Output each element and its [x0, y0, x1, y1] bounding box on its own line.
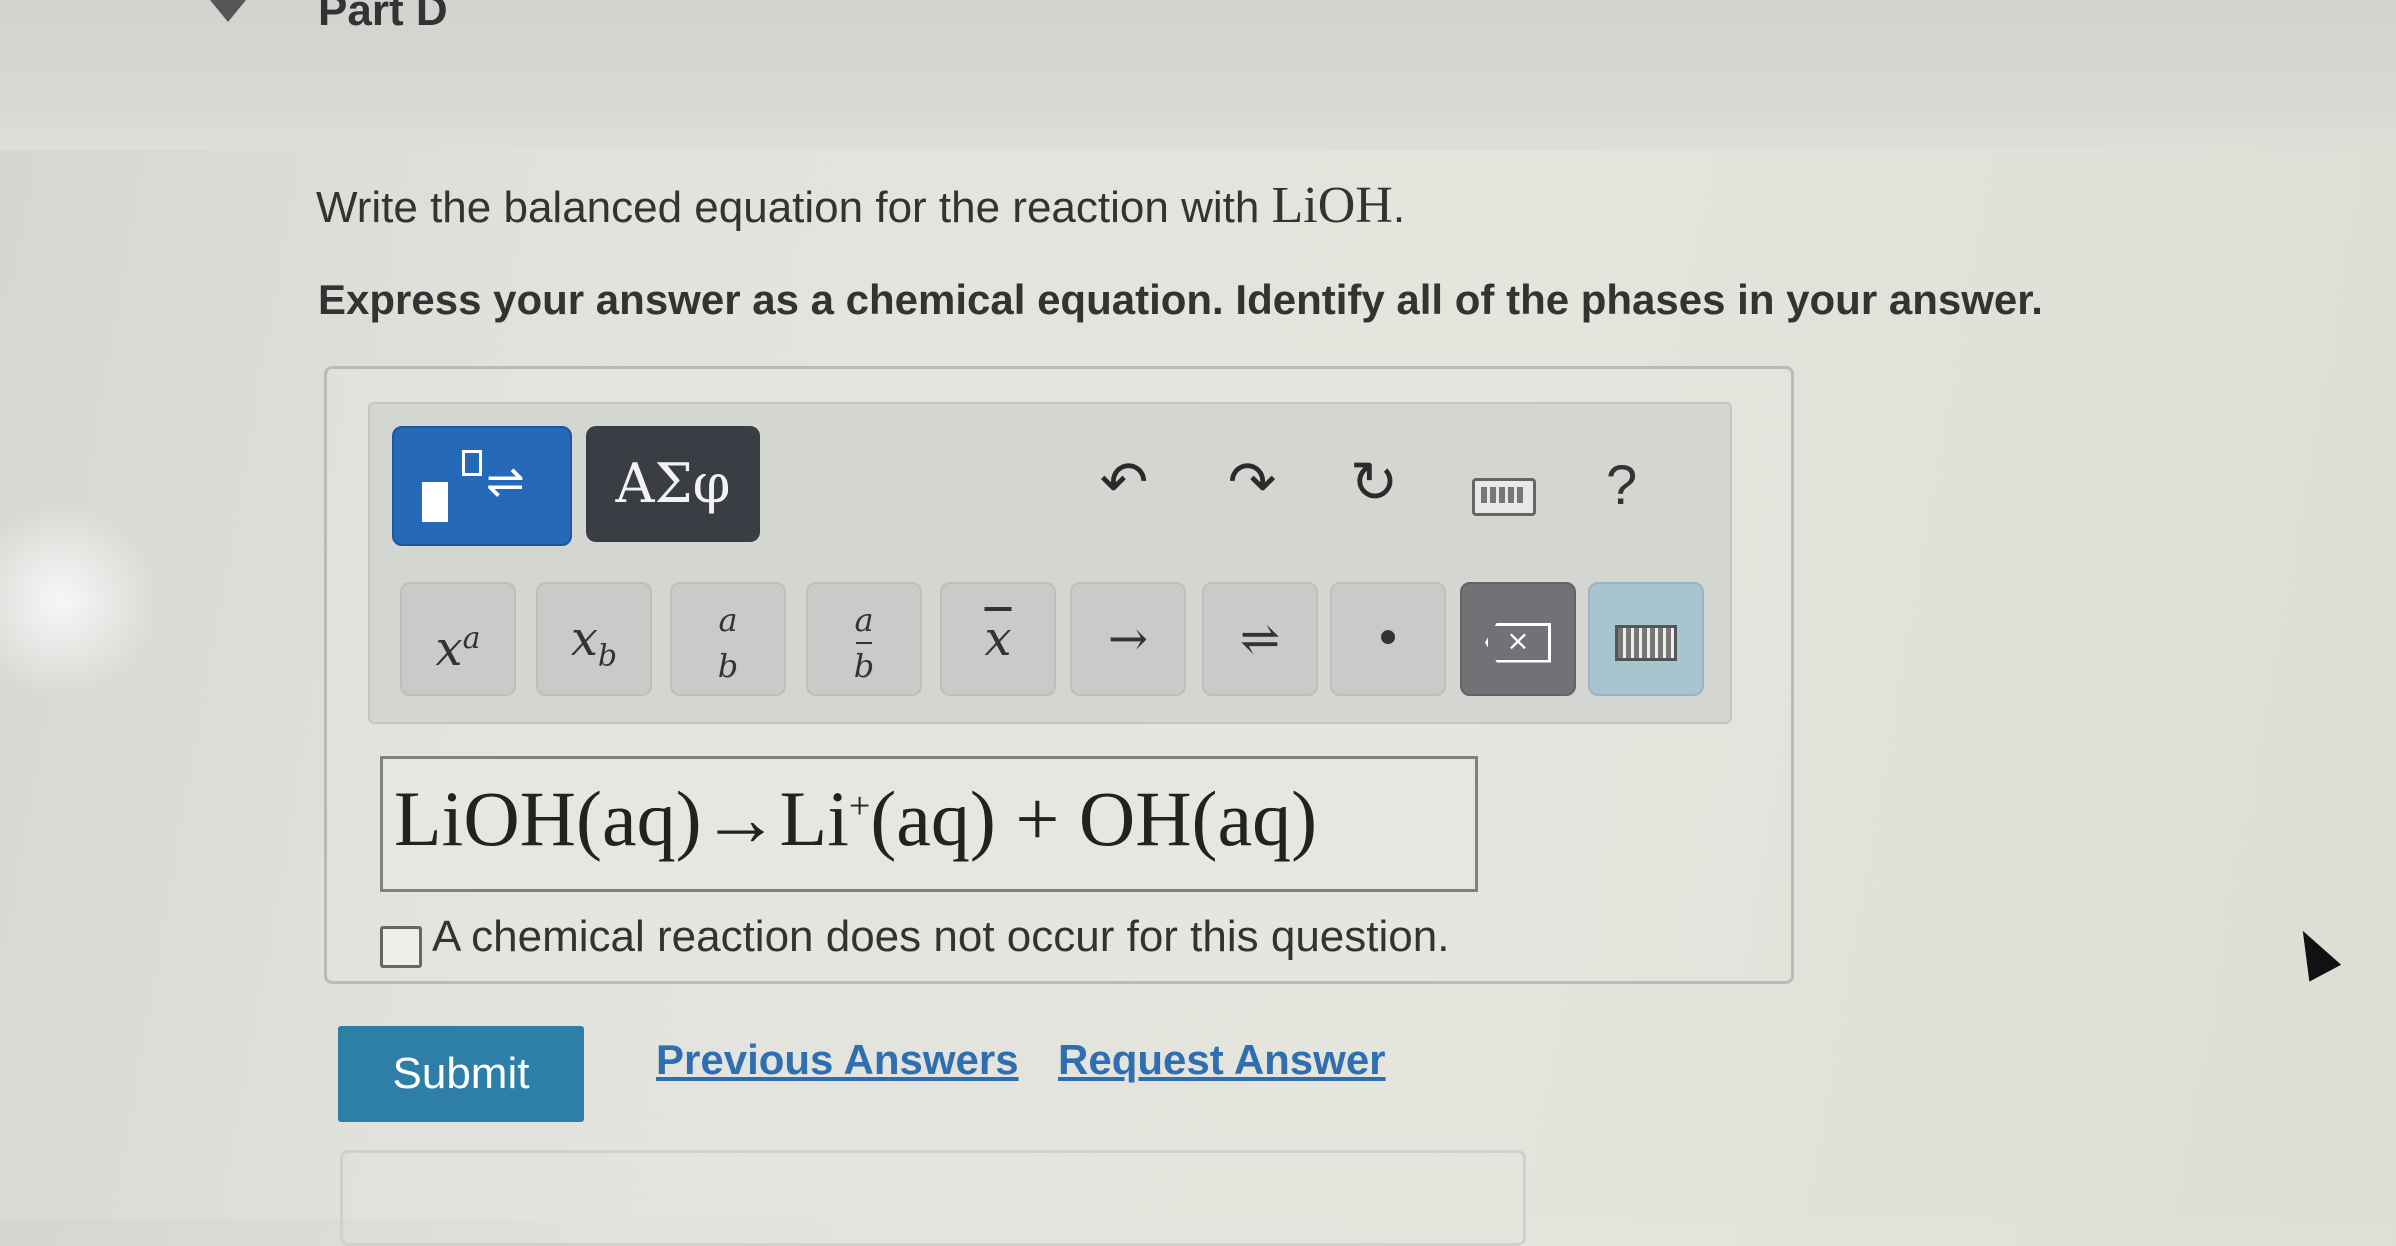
feedback-box	[340, 1150, 1526, 1246]
question-end: .	[1392, 183, 1406, 232]
template-square-icon	[422, 482, 448, 522]
undo-icon[interactable]: ↶	[1084, 448, 1164, 518]
answer-arrow: →	[701, 775, 780, 862]
template-superscript-icon	[462, 450, 482, 476]
previous-answers-link[interactable]: Previous Answers	[656, 1036, 1019, 1084]
answer-charge: +	[848, 785, 871, 827]
reset-icon[interactable]: ↻	[1334, 448, 1414, 518]
redo-icon[interactable]: ↷	[1212, 448, 1292, 518]
overbar-key[interactable]: x	[940, 582, 1056, 696]
answer-equation[interactable]: LiOH(aq)→Li+(aq) + OH(aq)	[394, 774, 1317, 864]
mouse-cursor-icon	[2286, 922, 2342, 982]
equilibrium-arrow-key[interactable]: ⇌	[1202, 582, 1318, 696]
part-title: Part D	[318, 0, 448, 35]
answer-cation: Li	[779, 775, 849, 862]
superscript-exponent: a	[462, 621, 481, 656]
fraction-key[interactable]: ab	[670, 582, 786, 696]
no-reaction-checkbox[interactable]	[380, 926, 422, 968]
subscript-index: b	[597, 638, 618, 674]
keyboard-shortcuts-icon[interactable]	[1472, 478, 1536, 516]
help-button[interactable]: ?	[1606, 452, 1637, 517]
collapse-caret-icon[interactable]	[210, 0, 246, 22]
fraction-numerator: a	[718, 600, 738, 639]
request-answer-link[interactable]: Request Answer	[1058, 1036, 1386, 1084]
question-formula: LiOH	[1271, 177, 1393, 234]
no-reaction-label: A chemical reaction does not occur for t…	[432, 912, 1450, 961]
superscript-base: x	[435, 621, 463, 677]
fraction-bar-numerator: a	[854, 600, 874, 639]
answer-products: (aq) + OH(aq)	[870, 775, 1318, 862]
fraction-denominator: b	[717, 646, 739, 685]
subscript-base: x	[570, 611, 598, 667]
greek-symbols-button[interactable]: ΑΣφ	[586, 426, 760, 542]
equilibrium-icon: ⇌	[486, 455, 525, 507]
backspace-icon: ×	[1485, 622, 1551, 663]
answer-reactant: LiOH(aq)	[394, 775, 702, 862]
question-prompt: Write the balanced equation for the reac…	[316, 176, 1405, 235]
subscript-key[interactable]: xb	[536, 582, 652, 696]
overbar-symbol: x	[984, 611, 1012, 667]
answer-instruction: Express your answer as a chemical equati…	[318, 276, 2043, 323]
fraction-bar-key[interactable]: ab	[806, 582, 922, 696]
submit-button[interactable]: Submit	[338, 1026, 584, 1122]
question-text: Write the balanced equation for the reac…	[316, 183, 1272, 232]
keyboard-icon	[1615, 624, 1677, 661]
superscript-key[interactable]: xa	[400, 582, 516, 696]
fraction-bar-denominator: b	[853, 646, 875, 685]
dot-key[interactable]: •	[1330, 582, 1446, 696]
screen-glare	[0, 500, 160, 700]
reaction-arrow-key[interactable]: →	[1070, 582, 1186, 696]
templates-button[interactable]: ⇌	[392, 426, 572, 546]
keyboard-toggle-key[interactable]	[1588, 582, 1704, 696]
backspace-key[interactable]: ×	[1460, 582, 1576, 696]
